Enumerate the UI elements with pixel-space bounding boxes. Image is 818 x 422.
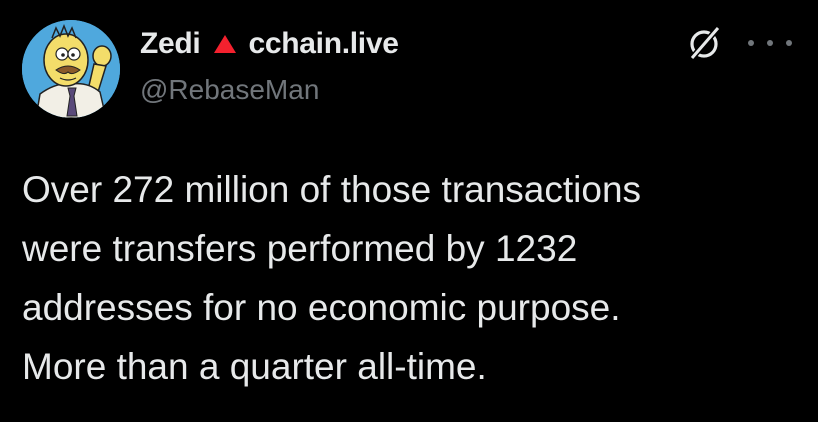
avatar[interactable] xyxy=(22,20,120,118)
display-name[interactable]: Zedi xyxy=(140,27,201,61)
tweet-body-line: addresses for no economic purpose. xyxy=(22,287,621,328)
tweet-body-line: More than a quarter all-time. xyxy=(22,346,487,387)
tweet-body-line: Over 272 million of those transactions xyxy=(22,169,642,210)
dot xyxy=(786,40,792,46)
tweet-body: Over 272 million of those transactions w… xyxy=(22,160,802,396)
dot xyxy=(767,40,773,46)
red-triangle-icon xyxy=(214,35,237,53)
dot xyxy=(748,40,754,46)
cartoon-avatar-icon xyxy=(22,20,120,118)
tweet[interactable]: Zedi cchain.live @RebaseMan Over 272 mil… xyxy=(0,0,818,422)
more-options-icon[interactable] xyxy=(748,36,792,50)
display-name-suffix[interactable]: cchain.live xyxy=(248,27,398,61)
tweet-body-line: were transfers performed by 1232 xyxy=(22,228,578,269)
author-name-row[interactable]: Zedi cchain.live xyxy=(140,24,399,64)
author-handle[interactable]: @RebaseMan xyxy=(140,74,319,106)
grok-icon[interactable] xyxy=(684,24,724,64)
